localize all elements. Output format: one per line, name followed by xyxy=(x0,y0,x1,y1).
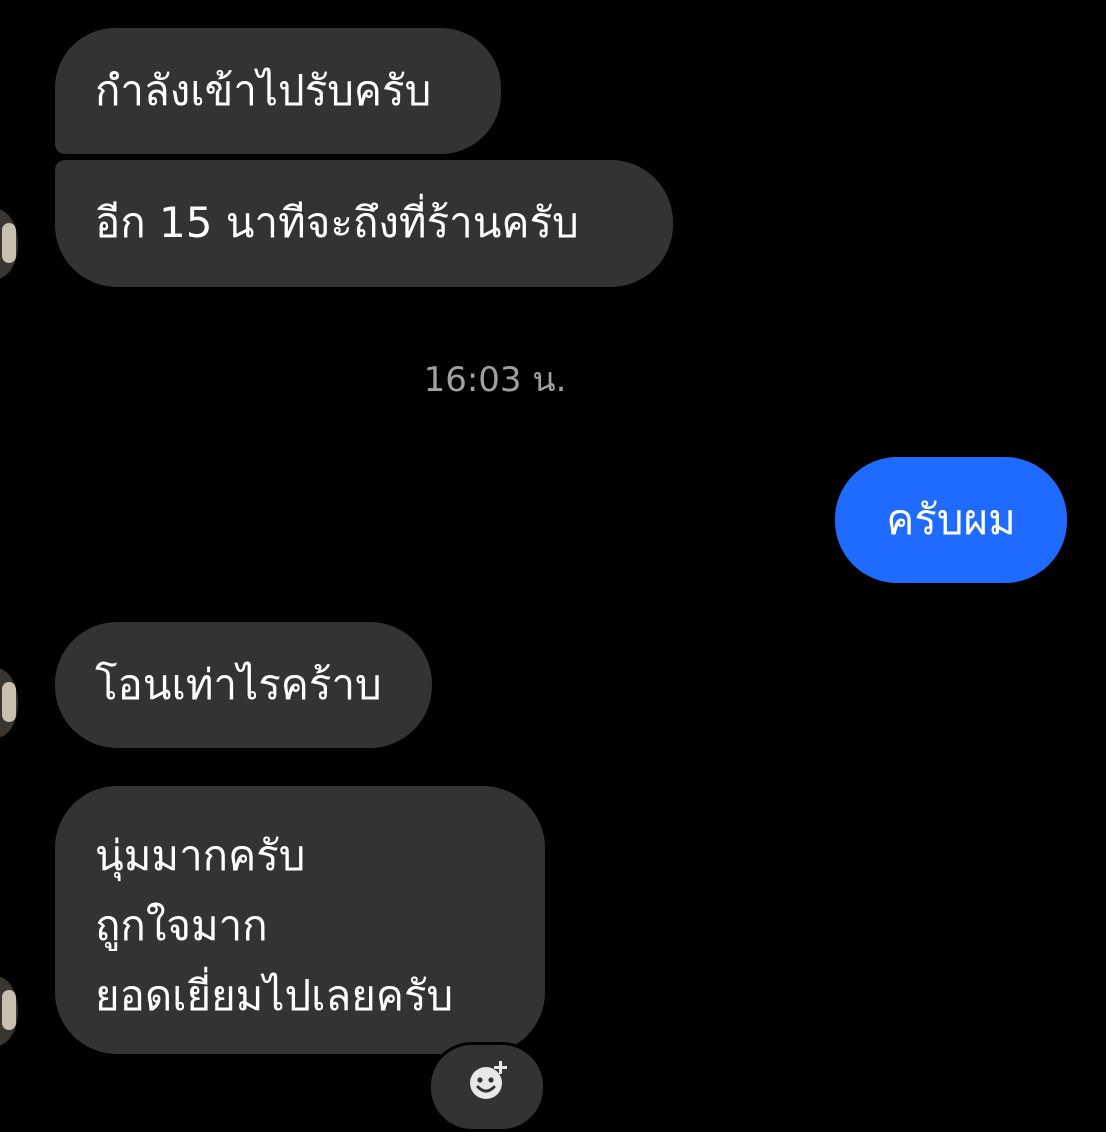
contact-avatar[interactable] xyxy=(0,668,18,738)
add-reaction-button[interactable] xyxy=(428,1042,546,1132)
message-text-line: ถูกใจมาก xyxy=(95,901,268,950)
incoming-message-bubble[interactable]: อีก 15 นาทีจะถึงที่ร้านครับ xyxy=(55,160,673,287)
message-text: อีก 15 นาทีจะถึงที่ร้านครับ xyxy=(95,198,579,247)
incoming-message-bubble[interactable]: โอนเท่าไรคร้าบ xyxy=(55,622,432,748)
incoming-message-bubble[interactable]: นุ่มมากครับ ถูกใจมาก ยอดเยี่ยมไปเลยครับ xyxy=(55,786,545,1054)
message-timestamp: 16:03 น. xyxy=(423,360,567,400)
incoming-message-bubble[interactable]: กำลังเข้าไปรับครับ xyxy=(55,28,501,154)
message-text: กำลังเข้าไปรับครับ xyxy=(95,66,432,115)
message-text: โอนเท่าไรคร้าบ xyxy=(95,660,382,709)
message-text-line: นุ่มมากครับ xyxy=(95,831,306,880)
contact-avatar[interactable] xyxy=(0,976,18,1046)
message-text: ครับผม xyxy=(886,495,1016,544)
outgoing-message-bubble[interactable]: ครับผม xyxy=(835,457,1067,583)
message-text-line: ยอดเยี่ยมไปเลยครับ xyxy=(95,971,454,1020)
add-reaction-icon xyxy=(470,1061,507,1099)
contact-avatar[interactable] xyxy=(0,209,18,279)
